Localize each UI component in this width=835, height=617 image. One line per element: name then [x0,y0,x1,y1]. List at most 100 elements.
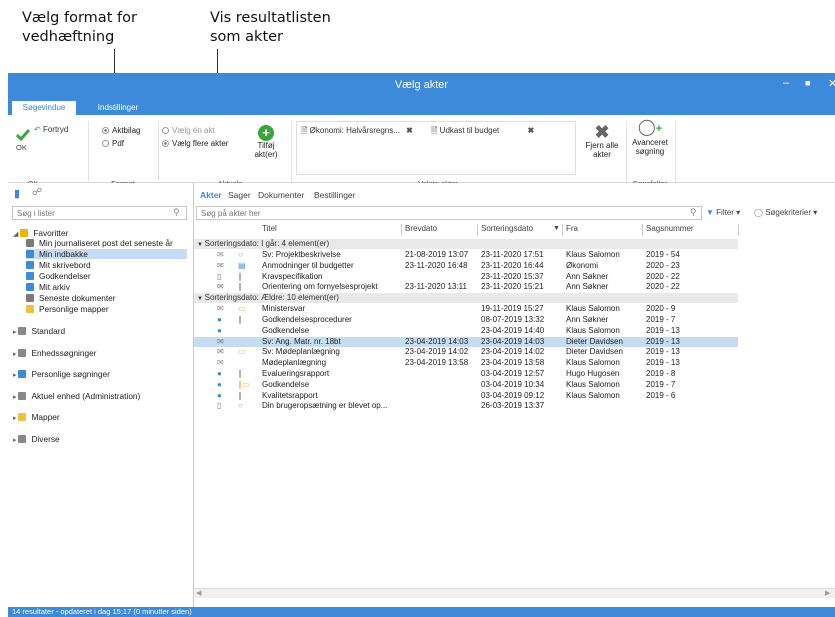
filter-icon: ▼ [706,208,714,217]
table-row[interactable]: ● ∥ Evalueringsrapport 03-04-2019 12:57 Hugo… [194,369,738,379]
cell-title: Evalueringsrapport [262,369,330,378]
table-row[interactable]: ✉ Mødeplanlægning 23-04-2019 13:58 23-04-20… [194,358,738,368]
fjern-label: akter [593,150,611,159]
document-view-icon[interactable]: ▮ [14,187,20,200]
sidebar-item[interactable]: ▸ Standard [13,326,65,336]
column-header-brevdato[interactable]: Brevdato [405,224,437,236]
column-header-sagsnummer[interactable]: Sagsnummer [646,224,694,236]
cell-fra: Dieter Davidsen [566,347,623,357]
check-icon [26,272,34,280]
sogekriterier-button[interactable]: ◯ Søgekriterier ▾ [754,208,817,217]
group-header-row[interactable]: ▼ Sorteringsdato: Ældre: 10 element(er) [194,293,738,304]
cell-sort: 03-04-2019 10:34 [481,379,545,389]
tree-view-icon[interactable]: ☍ [32,187,42,198]
sidebar-item[interactable]: Mit arkiv [26,282,70,292]
sidebar-item[interactable]: Mit skrivebord [26,260,91,270]
collapse-icon[interactable]: ▼ [197,296,205,302]
tab-sogevindue[interactable]: Søgevindue [12,101,76,115]
group-header-row[interactable]: ▼ Sorteringsdato: I går: 4 element(er) [194,239,738,249]
maximize-icon[interactable]: ■ [805,78,810,88]
table-row[interactable]: ▯ ∥ Kravspecifikation 23-11-2020 15:37 Ann S… [194,272,738,282]
scroll-left-icon[interactable]: ◀ [196,589,201,597]
filter-button[interactable]: ▼ Filter ▾ [706,208,740,217]
group-label: Sorteringsdato: I går: 4 element(er) [204,239,330,248]
sidebar-item[interactable]: Personlige mapper [26,304,109,314]
cell-sort: 23-04-2019 14:03 [481,336,545,346]
search-icon[interactable]: ⚲ [690,207,697,218]
avanceret-sogning-button[interactable]: ◯+ Avanceret søgning [630,119,670,156]
format-aktbilag-radio[interactable]: Aktbilag [102,126,140,135]
callout-line: Vælg format for [22,10,137,26]
table-row[interactable]: ✉ Sv: Ang. Matr. nr. 18bt 23-04-2019 14:03… [194,336,738,347]
collapse-icon[interactable]: ▼ [197,242,205,248]
remove-icon[interactable]: ✖ [406,126,413,135]
fortryd-label: Fortryd [42,125,69,134]
table-row[interactable]: ✉ ▤ Anmodninger til budgetter 23-11-2020 16… [194,261,738,271]
sidebar-item[interactable]: ▸ Diverse [13,434,60,444]
fortryd-button[interactable]: ↶ Fortryd [34,125,68,134]
table-row[interactable]: ✉ ○ Sv: Projektbeskrivelse 21-08-2019 13:07… [194,250,738,260]
misc-icon [18,435,27,443]
cell-sort: 23-11-2020 17:51 [481,250,544,259]
sidebar-item[interactable]: ▸ Mapper [13,412,60,422]
callout-line: vedhæftning [22,29,115,45]
horizontal-scrollbar[interactable]: ◀ ▶ [194,588,835,598]
cell-sort: 03-04-2019 12:57 [481,369,545,378]
sidebar-item[interactable]: ◢ Favoritter [13,228,68,238]
vaelg-flere-akter-radio[interactable]: Vælg flere akter [162,139,228,148]
remove-all-icon: ✖ [594,122,610,142]
akter-search-input[interactable]: Søg på akter her [196,206,702,220]
sidebar-item[interactable]: ▸ Enhedssøgninger [13,348,97,358]
selected-akt-chip[interactable]: 🗎 Udkast til budget ✖ [431,125,534,139]
radio-dot [162,127,169,134]
sidebar-item[interactable]: Min journaliseret post det seneste år [26,238,173,248]
column-divider [477,224,478,236]
divider [626,121,627,187]
main-pane: Akter Sager Dokumenter Bestillinger Søg … [194,183,835,607]
document-icon: 🗎 [431,126,438,135]
sidebar-item[interactable]: Seneste dokumenter [26,293,116,303]
minimize-icon[interactable]: – [783,77,789,89]
ok-button[interactable]: OK [15,129,31,152]
mail-icon: ✉ [217,336,224,346]
search-icon[interactable]: ⚲ [173,207,180,218]
fjern-alle-akter-button[interactable]: ✖ Fjern alle akter [584,123,620,159]
column-divider [401,224,402,236]
table-row[interactable]: ✉ ∥ Orientering om fornyelsesprojekt 23-11-… [194,282,738,292]
cell-sort: 23-04-2019 14:02 [481,347,545,357]
tab-indstillinger[interactable]: Indstillinger [88,101,148,115]
tilfoj-akter-button[interactable]: + Tilføj akt(er) [248,125,284,159]
scroll-right-icon[interactable]: ▶ [825,589,830,597]
sidebar-item[interactable]: Min indbakke [26,249,187,259]
remove-icon[interactable]: ✖ [528,126,535,135]
tab-sager[interactable]: Sager [228,190,251,200]
table-row[interactable]: ✉ ▭ Sv: Mødeplanlægning 23-04-2019 14:02 23-… [194,347,738,357]
tab-bestillinger[interactable]: Bestillinger [314,190,356,200]
sidebar-item[interactable]: ▸ Personlige søgninger [13,369,110,379]
column-header-sorteringsdato[interactable]: Sorteringsdato [481,224,533,236]
tab-dokumenter[interactable]: Dokumenter [258,190,304,200]
cell-brevdato: 23-04-2019 14:02 [405,347,469,357]
document-icon [26,239,34,247]
sort-desc-icon[interactable]: ▼ [553,225,560,232]
chevron-down-icon[interactable]: ◢ [13,231,20,238]
table-row[interactable]: ✉ ▭ Ministersvar 19-11-2019 15:27 Klaus Salo… [194,304,738,314]
tab-akter[interactable]: Akter [200,190,222,200]
sidebar-item[interactable]: Godkendelser [26,271,91,281]
column-header-titel[interactable]: Titel [262,224,277,236]
table-row[interactable]: ● ∥ Kvalitetsrapport 03-04-2019 09:12 Klaus … [194,391,738,401]
list-search-input[interactable]: Søg i lister [12,206,187,220]
table-row[interactable]: ● ∥▭ Godkendelse 03-04-2019 10:34 Klaus Salo… [194,380,738,390]
table-row[interactable]: ● Godkendelse 23-04-2019 14:40 Klaus Salomo… [194,326,738,336]
sidebar-item[interactable]: ▸ Aktuel enhed (Administration) [13,391,140,401]
column-header-fra[interactable]: Fra [566,224,578,236]
vaelg-en-akt-radio[interactable]: Vælg én akt [162,126,215,135]
cell-sag: 2019 - 13 [646,347,680,357]
cell-brevdato: 23-11-2020 13:11 [405,282,467,292]
close-icon[interactable]: ✕ [828,77,835,90]
cell-title: Sv: Projektbeskrivelse [262,250,341,259]
table-row[interactable]: ▯ ○ Din brugeropsætning er blevet op... 26-… [194,401,738,411]
table-row[interactable]: ● ∥ Godkendelsesprocedurer 08-07-2019 13:32… [194,315,738,325]
selected-akt-chip[interactable]: 🗎 Økonomi: Halvårsregns... ✖ [301,125,413,139]
format-pdf-radio[interactable]: Pdf [102,139,124,148]
